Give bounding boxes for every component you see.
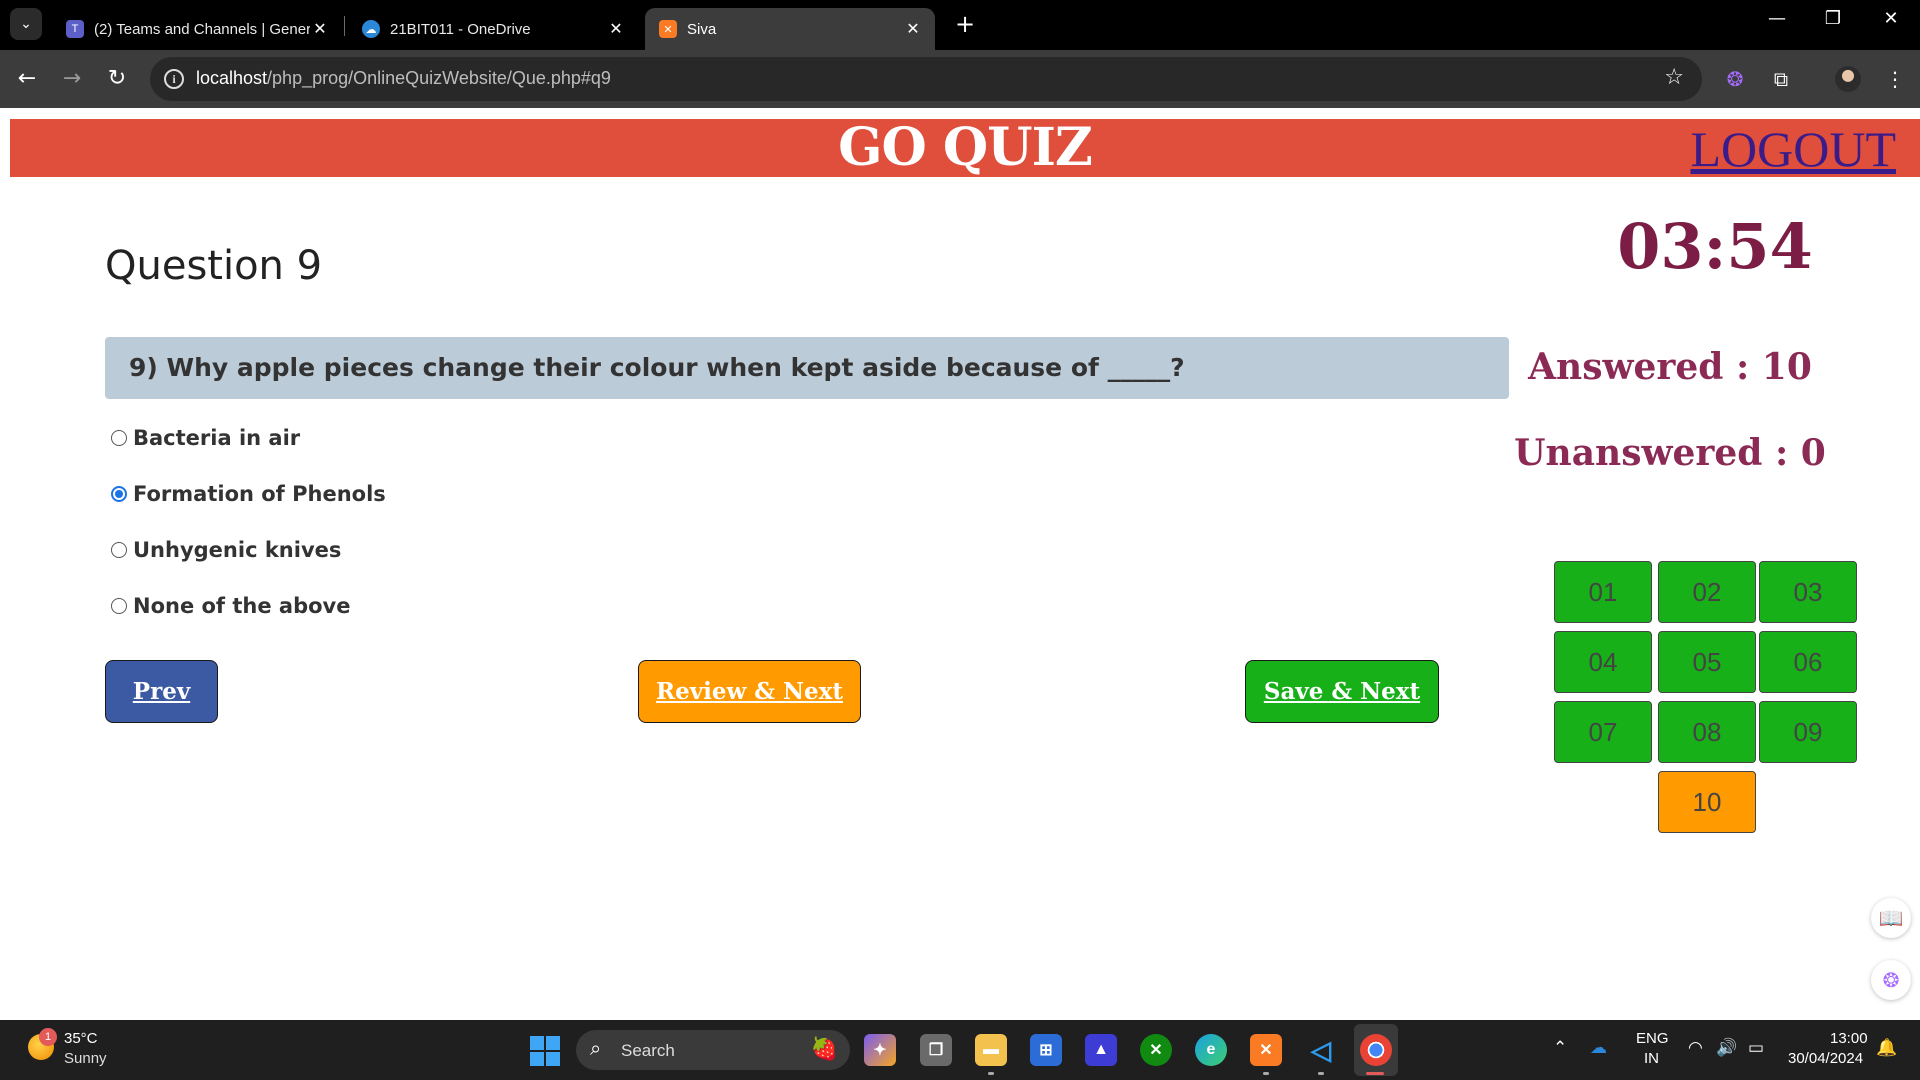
search-icon: ⌕ xyxy=(590,1038,602,1060)
question-nav-01[interactable]: 01 xyxy=(1554,561,1652,623)
vscode-icon[interactable]: ◁ xyxy=(1305,1034,1337,1066)
bookmark-star-icon[interactable]: ☆ xyxy=(1664,65,1684,90)
language-indicator[interactable]: ENG xyxy=(1636,1030,1669,1047)
file-explorer-icon[interactable]: ▬ xyxy=(975,1034,1007,1066)
active-indicator xyxy=(1366,1072,1384,1075)
option-4-label[interactable]: None of the above xyxy=(133,594,351,618)
option-4[interactable]: None of the above xyxy=(111,592,351,620)
weather-description[interactable]: Sunny xyxy=(64,1050,107,1067)
running-indicator xyxy=(1318,1072,1324,1075)
quiz-header: GO QUIZ LOGOUT xyxy=(10,119,1920,177)
new-tab-button[interactable]: + xyxy=(950,10,980,38)
windows-taskbar: 1 35°C Sunny ⌕ Search 🍓 ✦ ❐ ▬ ⊞ ▲ ✕ e ✕ … xyxy=(0,1020,1920,1080)
tab-search-button[interactable]: ⌄ xyxy=(10,8,42,40)
clock-time[interactable]: 13:00 xyxy=(1830,1030,1868,1047)
question-nav-10[interactable]: 10 xyxy=(1658,771,1756,833)
review-next-button[interactable]: Review & Next xyxy=(638,660,861,723)
question-text: 9) Why apple pieces change their colour … xyxy=(129,353,1185,382)
question-heading: Question 9 xyxy=(105,243,323,289)
xampp-icon: ✕ xyxy=(659,20,677,38)
address-bar[interactable]: i localhost/php_prog/OnlineQuizWebsite/Q… xyxy=(150,57,1702,101)
xampp-taskbar-icon[interactable]: ✕ xyxy=(1250,1034,1282,1066)
taskbar-search[interactable]: ⌕ Search 🍓 xyxy=(576,1030,850,1070)
url-text[interactable]: localhost/php_prog/OnlineQuizWebsite/Que… xyxy=(196,68,611,89)
question-nav-03[interactable]: 03 xyxy=(1759,561,1857,623)
tab-teams[interactable]: T (2) Teams and Channels | General ✕ xyxy=(52,8,342,50)
onedrive-tray-icon[interactable]: ☁ xyxy=(1590,1038,1607,1058)
tab-separator xyxy=(344,16,345,36)
question-box: 9) Why apple pieces change their colour … xyxy=(105,337,1509,399)
volume-icon[interactable]: 🔊 xyxy=(1716,1038,1737,1058)
weather-temperature[interactable]: 35°C xyxy=(64,1030,98,1047)
copilot-icon[interactable]: ✦ xyxy=(864,1034,896,1066)
option-1-radio[interactable] xyxy=(111,430,127,446)
question-nav-05[interactable]: 05 xyxy=(1658,631,1756,693)
close-icon[interactable]: ✕ xyxy=(903,19,923,39)
wifi-icon[interactable]: ◠ xyxy=(1688,1038,1703,1058)
chevron-up-icon[interactable]: ⌃ xyxy=(1553,1038,1567,1058)
teams-icon: T xyxy=(66,20,84,38)
question-nav-06[interactable]: 06 xyxy=(1759,631,1857,693)
weather-badge: 1 xyxy=(39,1028,57,1046)
option-2-label[interactable]: Formation of Phenols xyxy=(133,482,386,506)
option-2-radio[interactable] xyxy=(111,486,127,502)
close-icon[interactable]: ✕ xyxy=(310,19,330,39)
microsoft-store-icon[interactable]: ⊞ xyxy=(1030,1034,1062,1066)
clock-date[interactable]: 30/04/2024 xyxy=(1788,1050,1863,1067)
running-indicator xyxy=(988,1072,994,1075)
reload-icon[interactable]: ↻ xyxy=(102,64,132,94)
option-4-radio[interactable] xyxy=(111,598,127,614)
option-3-label[interactable]: Unhygenic knives xyxy=(133,538,341,562)
window-close-icon[interactable]: ✕ xyxy=(1871,8,1911,29)
tab-siva[interactable]: ✕ Siva ✕ xyxy=(645,8,935,50)
brain-assistant-icon[interactable]: ❂ xyxy=(1871,960,1911,1000)
question-nav-08[interactable]: 08 xyxy=(1658,701,1756,763)
xbox-icon[interactable]: ✕ xyxy=(1140,1034,1172,1066)
close-icon[interactable]: ✕ xyxy=(606,19,626,39)
restore-icon[interactable]: ❐ xyxy=(1813,8,1853,29)
prev-button[interactable]: Prev xyxy=(105,660,218,723)
tab-onedrive[interactable]: ☁ 21BIT011 - OneDrive ✕ xyxy=(348,8,638,50)
brain-extension-icon[interactable]: ❂ xyxy=(1720,64,1750,94)
option-2[interactable]: Formation of Phenols xyxy=(111,480,386,508)
countdown-timer: 03:54 xyxy=(1617,210,1813,283)
windows-start-icon[interactable] xyxy=(530,1036,560,1066)
running-indicator xyxy=(1263,1072,1269,1075)
visual-studio-installer-icon[interactable]: ▲ xyxy=(1085,1034,1117,1066)
forward-arrow-icon[interactable]: → xyxy=(57,64,87,94)
question-nav-04[interactable]: 04 xyxy=(1554,631,1652,693)
option-3-radio[interactable] xyxy=(111,542,127,558)
back-arrow-icon[interactable]: ← xyxy=(12,64,42,94)
browser-toolbar: ← → ↻ i localhost/php_prog/OnlineQuizWeb… xyxy=(0,50,1920,108)
edge-icon[interactable]: e xyxy=(1195,1034,1227,1066)
region-indicator[interactable]: IN xyxy=(1644,1050,1659,1067)
chrome-icon[interactable] xyxy=(1360,1034,1392,1066)
task-view-icon[interactable]: ❐ xyxy=(920,1034,952,1066)
reading-mode-icon[interactable]: 📖 xyxy=(1871,898,1911,938)
strawberry-icon: 🍓 xyxy=(810,1036,838,1061)
taskbar-search-label: Search xyxy=(621,1041,675,1060)
browser-tab-bar: ⌄ T (2) Teams and Channels | General ✕ ☁… xyxy=(0,0,1920,50)
logout-link[interactable]: LOGOUT xyxy=(1690,121,1896,177)
profile-avatar[interactable] xyxy=(1835,66,1861,92)
save-next-button[interactable]: Save & Next xyxy=(1245,660,1439,723)
extensions-puzzle-icon[interactable]: ⧉ xyxy=(1766,64,1796,94)
onedrive-icon: ☁ xyxy=(362,20,380,38)
site-info-icon[interactable]: i xyxy=(164,69,184,89)
battery-icon[interactable]: ▭ xyxy=(1748,1038,1764,1058)
option-1-label[interactable]: Bacteria in air xyxy=(133,426,300,450)
option-1[interactable]: Bacteria in air xyxy=(111,424,300,452)
menu-dots-icon[interactable]: ⋮ xyxy=(1880,64,1910,94)
site-title: GO QUIZ xyxy=(838,117,1093,178)
question-nav-07[interactable]: 07 xyxy=(1554,701,1652,763)
question-nav-02[interactable]: 02 xyxy=(1658,561,1756,623)
question-nav-09[interactable]: 09 xyxy=(1759,701,1857,763)
option-3[interactable]: Unhygenic knives xyxy=(111,536,341,564)
minimize-icon[interactable]: — xyxy=(1757,8,1797,29)
notification-bell-icon[interactable]: 🔔 xyxy=(1876,1038,1897,1058)
unanswered-count: Unanswered : 0 xyxy=(1514,432,1826,474)
answered-count: Answered : 10 xyxy=(1528,346,1812,388)
